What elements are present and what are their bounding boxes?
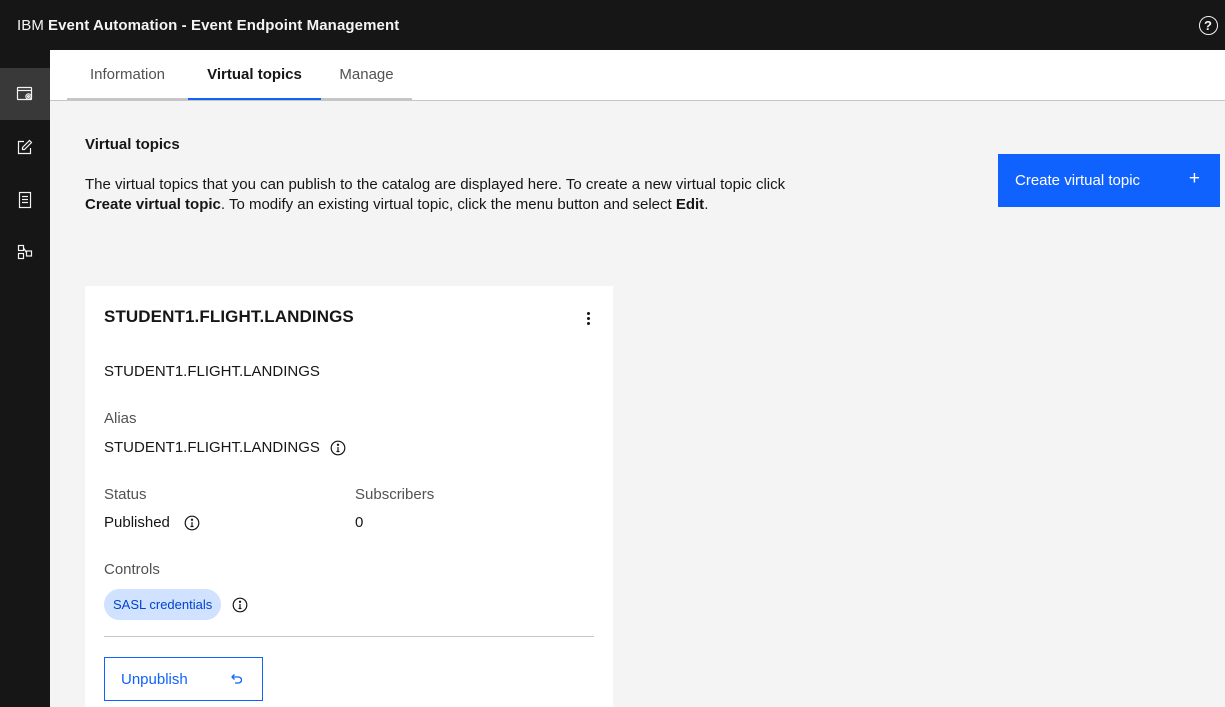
topic-name: STUDENT1.FLIGHT.LANDINGS [104,363,320,380]
nav-item-topology[interactable] [0,226,50,278]
status-label: Status [104,486,147,503]
card-divider [104,636,594,637]
overflow-menu-button[interactable] [577,306,599,330]
brand-prefix: IBM [17,16,44,34]
tab-virtual-topics[interactable]: Virtual topics [188,50,321,100]
subscribers-label: Subscribers [355,486,435,503]
subscribers-value: 0 [355,514,364,531]
sasl-credentials-tag: SASL credentials [104,589,222,620]
help-button[interactable]: ? [1191,0,1225,50]
status-value: Published [104,514,170,531]
catalog-settings-icon [16,86,33,101]
controls-info-icon[interactable] [232,597,248,613]
brand-title: Event Automation - Event Endpoint Manage… [47,16,400,34]
undo-icon [231,674,243,684]
nav-item-catalog-settings[interactable] [0,68,50,120]
app-brand[interactable]: IBM Event Automation - Event Endpoint Man… [17,17,399,34]
alias-value: STUDENT1.FLIGHT.LANDINGS [104,439,320,456]
unpublish-label: Unpublish [121,670,188,688]
document-icon [18,191,32,209]
tab-information[interactable]: Information [67,50,188,100]
card-title: STUDENT1.FLIGHT.LANDINGS [104,307,354,326]
alias-info-icon[interactable] [330,440,346,456]
section-title: Virtual topics [85,136,180,153]
help-icon: ? [1198,15,1218,35]
topology-icon [17,244,33,260]
virtual-topic-card: STUDENT1.FLIGHT.LANDINGS STUDENT1.FLIGHT… [85,286,613,707]
add-icon: + [1188,168,1200,189]
create-button-label: Create virtual topic [1015,172,1141,189]
create-virtual-topic-button[interactable]: Create virtual topic + [998,154,1220,207]
tab-manage[interactable]: Manage [321,50,412,100]
nav-item-document[interactable] [0,174,50,226]
top-header: IBM Event Automation - Event Endpoint Man… [0,0,1225,50]
overflow-menu-icon [586,311,590,325]
status-info-icon[interactable] [184,515,200,531]
controls-label: Controls [104,561,160,578]
alias-label: Alias [104,410,137,427]
edit-icon [17,139,33,155]
tab-bar: Information Virtual topics Manage [50,50,1225,101]
side-navigation [0,50,50,707]
nav-item-edit[interactable] [0,121,50,173]
section-description: The virtual topics that you can publish … [85,176,786,213]
unpublish-button[interactable]: Unpublish [104,657,263,701]
